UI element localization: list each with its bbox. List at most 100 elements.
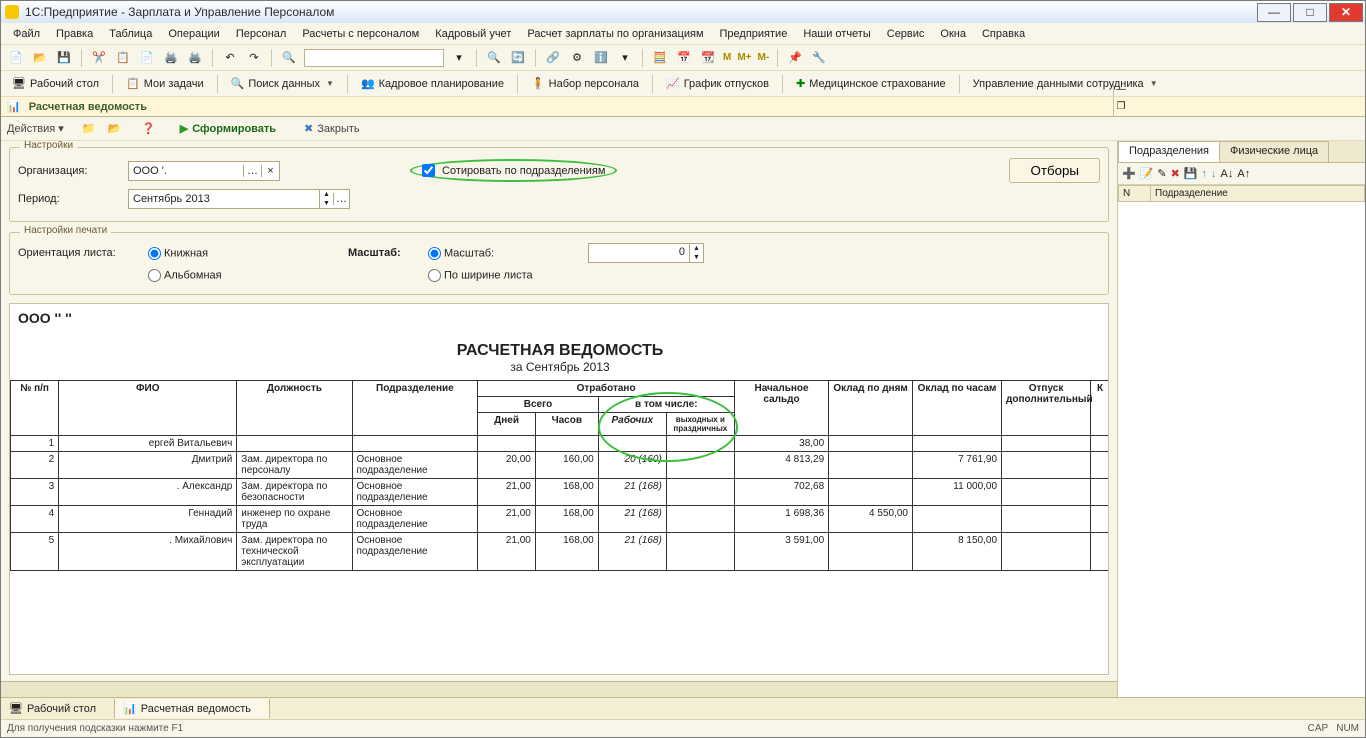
actions-dropdown[interactable]: Действия ▾ xyxy=(7,122,64,135)
menu-edit[interactable]: Правка xyxy=(50,26,99,42)
org-clear-button[interactable]: × xyxy=(261,165,279,177)
desktop-button[interactable]: 🖥 Рабочий стол xyxy=(7,75,104,92)
add-icon[interactable]: ➕ xyxy=(1122,167,1136,180)
find-icon[interactable]: 🔍 xyxy=(280,49,298,67)
scale-width-option[interactable]: По ширине листа xyxy=(428,269,533,282)
cut-icon[interactable]: ✂️ xyxy=(90,49,108,67)
orientation-book-radio[interactable] xyxy=(148,247,161,260)
horizontal-scrollbar[interactable] xyxy=(1,681,1117,697)
col-dept: Подразделение xyxy=(352,381,478,436)
vacation-button[interactable]: 📈 График отпусков xyxy=(661,75,774,92)
paste-icon[interactable]: 📄 xyxy=(138,49,156,67)
link-icon[interactable]: 🔗 xyxy=(544,49,562,67)
scale-up-button[interactable]: ▲ xyxy=(690,244,703,253)
date-icon[interactable]: 📆 xyxy=(699,49,717,67)
orientation-book[interactable]: Книжная xyxy=(148,247,248,260)
org-field[interactable]: ООО '. … × xyxy=(128,161,280,181)
save-icon[interactable]: 💾 xyxy=(55,49,73,67)
load-settings-icon[interactable]: 📂 xyxy=(106,120,124,138)
menu-file[interactable]: Файл xyxy=(7,26,46,42)
right-table[interactable]: N Подразделение xyxy=(1118,185,1365,697)
col-holidays: выходных и праздничных xyxy=(666,413,734,436)
recruit-button[interactable]: 🧍 Набор персонала xyxy=(526,75,644,92)
pin-icon[interactable]: 📌 xyxy=(786,49,804,67)
search-input[interactable] xyxy=(304,49,444,67)
help-icon[interactable]: ℹ️ xyxy=(592,49,610,67)
menu-payroll-calc[interactable]: Расчеты с персоналом xyxy=(296,26,425,42)
sort-by-dept-checkbox[interactable] xyxy=(422,164,435,177)
print-icon[interactable]: 🖨️ xyxy=(162,49,180,67)
orientation-album[interactable]: Альбомная xyxy=(148,269,248,282)
menu-hr[interactable]: Кадровый учет xyxy=(429,26,517,42)
move-up-icon[interactable]: ↑ xyxy=(1202,168,1208,180)
calendar-icon[interactable]: 📅 xyxy=(675,49,693,67)
wintab-desktop[interactable]: 🖥 Рабочий стол xyxy=(1,699,115,718)
printer2-icon[interactable]: 🖨️ xyxy=(186,49,204,67)
zoom-icon[interactable]: 🔍 xyxy=(485,49,503,67)
period-choose-button[interactable]: … xyxy=(333,193,349,205)
medical-button[interactable]: ✚ Медицинское страхование xyxy=(791,75,951,92)
menu-service[interactable]: Сервис xyxy=(881,26,931,42)
tab-departments[interactable]: Подразделения xyxy=(1118,141,1220,162)
sort-by-dept-highlight: Сотировать по подразделениям xyxy=(410,159,617,182)
settings-icon[interactable]: 🔧 xyxy=(810,49,828,67)
form-button[interactable]: ▶ Сформировать xyxy=(174,120,282,137)
scale-radio[interactable] xyxy=(428,247,441,260)
period-field[interactable]: Сентябрь 2013 ▲ ▼ … xyxy=(128,189,350,209)
save-list-icon[interactable]: 💾 xyxy=(1184,167,1198,180)
sort-desc-icon[interactable]: A↑ xyxy=(1237,168,1250,180)
copy-row-icon[interactable]: ✎ xyxy=(1157,167,1166,180)
menu-salary-orgs[interactable]: Расчет зарплаты по организациям xyxy=(521,26,709,42)
period-down-button[interactable]: ▼ xyxy=(320,199,333,208)
memory-mplus-button[interactable]: M+ xyxy=(737,52,751,63)
action-help-icon[interactable]: ❓ xyxy=(140,120,158,138)
menu-enterprise[interactable]: Предприятие xyxy=(714,26,794,42)
maximize-button[interactable]: □ xyxy=(1293,3,1327,22)
orientation-album-radio[interactable] xyxy=(148,269,161,282)
memory-mminus-button[interactable]: M- xyxy=(758,52,770,63)
save-settings-icon[interactable]: 📁 xyxy=(80,120,98,138)
scale-width-radio[interactable] xyxy=(428,269,441,282)
tasks-button[interactable]: 📋 Мои задачи xyxy=(121,75,209,92)
sort-asc-icon[interactable]: A↓ xyxy=(1221,168,1234,180)
copy-icon[interactable]: 📋 xyxy=(114,49,132,67)
move-down-icon[interactable]: ↓ xyxy=(1211,168,1217,180)
scale-value-spinner[interactable]: 0 ▲ ▼ xyxy=(588,243,704,263)
delete-icon[interactable]: ✖ xyxy=(1171,167,1180,180)
filters-button[interactable]: Отборы xyxy=(1009,158,1100,183)
menu-operations[interactable]: Операции xyxy=(162,26,225,42)
edit-icon[interactable]: 📝 xyxy=(1140,167,1154,180)
doc-minimize-button[interactable]: — xyxy=(1114,83,1128,97)
new-icon[interactable]: 📄 xyxy=(7,49,25,67)
menu-personnel[interactable]: Персонал xyxy=(230,26,293,42)
org-choose-button[interactable]: … xyxy=(243,165,261,177)
undo-icon[interactable]: ↶ xyxy=(221,49,239,67)
tab-persons[interactable]: Физические лица xyxy=(1219,141,1329,162)
scale-option[interactable]: Масштаб: xyxy=(428,247,528,260)
menu-table[interactable]: Таблица xyxy=(103,26,158,42)
minimize-button[interactable]: — xyxy=(1257,3,1291,22)
properties-icon[interactable]: ⚙ xyxy=(568,49,586,67)
memory-m-button[interactable]: M xyxy=(723,52,731,63)
menu-our-reports[interactable]: Наши отчеты xyxy=(797,26,876,42)
wintab-document[interactable]: 📊 Расчетная ведомость xyxy=(115,699,270,718)
redo-icon[interactable]: ↷ xyxy=(245,49,263,67)
close-button[interactable]: ✕ xyxy=(1329,3,1363,22)
search-dropdown-icon[interactable]: ▾ xyxy=(450,49,468,67)
search-data-button[interactable]: 🔍 Поиск данных ▼ xyxy=(226,75,339,92)
menu-windows[interactable]: Окна xyxy=(934,26,972,42)
report-area[interactable]: ООО '' '' РАСЧЕТНАЯ ВЕДОМОСТЬ за Сентябр… xyxy=(9,303,1109,675)
period-up-button[interactable]: ▲ xyxy=(320,190,333,199)
open-icon[interactable]: 📂 xyxy=(31,49,49,67)
calc-icon[interactable]: 🧮 xyxy=(651,49,669,67)
right-tabs: Подразделения Физические лица xyxy=(1118,141,1365,163)
menu-help[interactable]: Справка xyxy=(976,26,1031,42)
scale-down-button[interactable]: ▼ xyxy=(690,253,703,262)
planning-button[interactable]: 👥 Кадровое планирование xyxy=(356,75,509,92)
refresh-icon[interactable]: 🔄 xyxy=(509,49,527,67)
close-doc-button[interactable]: ✖ Закрыть xyxy=(298,120,366,137)
doc-restore-button[interactable]: ❐ xyxy=(1114,100,1128,114)
right-col-dept: Подразделение xyxy=(1151,186,1365,202)
play-icon: ▶ xyxy=(180,122,188,135)
help-dropdown-icon[interactable]: ▾ xyxy=(616,49,634,67)
